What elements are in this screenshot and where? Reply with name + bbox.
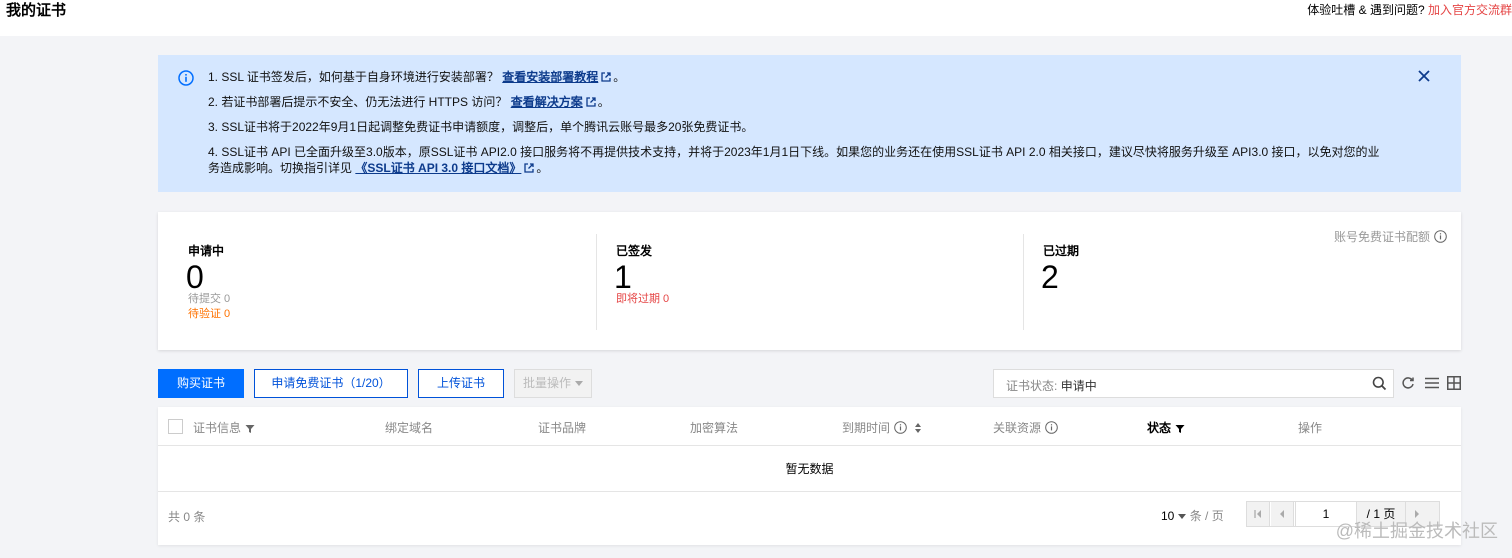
search-input[interactable]: 证书状态: 申请中 [993, 369, 1394, 398]
page-size-unit: 条 / 页 [1189, 509, 1224, 523]
external-link-icon [524, 163, 535, 173]
refresh-icon[interactable] [1401, 376, 1415, 390]
filter-key: 证书状态: [1006, 379, 1058, 393]
first-page-icon [1254, 510, 1261, 518]
install-guide-link[interactable]: 查看安装部署教程 [502, 70, 598, 84]
notice-line-1: 1. SSL 证书签发后，如何基于自身环境进行安装部署？ 查看安装部署教程 。 [208, 69, 1391, 85]
stat-expiring-soon[interactable]: 即将过期 0 [616, 292, 669, 306]
first-page-button[interactable] [1247, 502, 1270, 526]
stat-pending: 申请中 0 待提交 0 待验证 0 [186, 232, 568, 332]
column-header-cert-info[interactable]: 证书信息 [193, 419, 255, 436]
info-notice: 1. SSL 证书签发后，如何基于自身环境进行安装部署？ 查看安装部署教程。 2… [158, 55, 1461, 192]
api-doc-link[interactable]: 《SSL证书 API 3.0 接口文档》 [355, 161, 521, 175]
watermark: @稀土掘金技术社区 [1335, 521, 1498, 541]
select-all-checkbox[interactable] [168, 419, 183, 434]
info-circle-icon[interactable] [894, 421, 907, 434]
filter-value: 申请中 [1060, 379, 1097, 393]
page-size-value: 10 [1161, 509, 1175, 523]
empty-state: 暂无数据 [158, 446, 1461, 492]
column-header-resources: 关联资源 [993, 419, 1058, 436]
external-link-icon [586, 97, 596, 107]
column-header-expiry[interactable]: 到期时间 [842, 419, 923, 436]
chevron-down-icon [575, 381, 583, 386]
column-label: 到期时间 [842, 421, 891, 435]
batch-operation-label: 批量操作 [522, 376, 571, 390]
notice-line-4: 4. SSL证书 API 已全面升级至3.0版本，原SSL证书 API2.0 接… [208, 144, 1391, 176]
search-filter-tag[interactable]: 证书状态: 申请中 [1006, 377, 1097, 394]
info-icon [178, 70, 194, 86]
notice-period: 。 [536, 161, 549, 175]
info-circle-icon[interactable] [1434, 230, 1447, 243]
column-label: 证书信息 [193, 421, 242, 435]
join-group-link[interactable]: 加入官方交流群 [1428, 3, 1512, 17]
column-header-algorithm: 加密算法 [690, 421, 739, 435]
notice-period: 。 [597, 95, 610, 109]
page-title: 我的证书 [6, 2, 67, 19]
list-view-icon[interactable] [1425, 376, 1439, 390]
chevron-down-icon [1178, 514, 1187, 519]
column-settings-icon[interactable] [1447, 376, 1461, 390]
top-header: 我的证书 体验吐槽 & 遇到问题? 加入官方交流群 [0, 0, 1512, 36]
free-quota-label: 账号免费证书配额 [1333, 230, 1430, 244]
chevron-left-icon [1280, 510, 1284, 518]
apply-free-certificate-button[interactable]: 申请免费证书（1/20） [254, 369, 408, 398]
notice-period: 。 [613, 70, 626, 84]
total-count: 共 0 条 [168, 510, 206, 524]
column-label: 关联资源 [993, 421, 1042, 435]
column-header-brand: 证书品牌 [538, 421, 587, 435]
search-icon[interactable] [1372, 376, 1387, 391]
column-label: 状态 [1147, 421, 1172, 435]
stat-expired: 已过期 2 [1041, 232, 1343, 332]
stat-divider [1023, 234, 1024, 330]
stat-pending-verify[interactable]: 待验证 0 [188, 307, 230, 321]
external-link-icon [601, 72, 611, 82]
column-header-actions: 操作 [1298, 421, 1323, 435]
filter-icon[interactable] [1175, 424, 1185, 434]
free-quota[interactable]: 账号免费证书配额 [1334, 228, 1447, 245]
column-header-status[interactable]: 状态 [1147, 419, 1185, 436]
notice-line-3-text: 3. SSL证书将于2022年9月1日起调整免费证书申请额度，调整后，单个腾讯云… [208, 120, 754, 134]
page-size-select[interactable]: 10 条 / 页 [1161, 507, 1224, 524]
prev-page-button[interactable] [1271, 502, 1294, 526]
info-circle-icon[interactable] [1045, 421, 1058, 434]
stat-pending-submit[interactable]: 待提交 0 [188, 292, 230, 306]
notice-lines: 1. SSL 证书签发后，如何基于自身环境进行安装部署？ 查看安装部署教程。 2… [208, 69, 1391, 185]
table-header: 证书信息 绑定域名 证书品牌 加密算法 到期时间 关联资源 状态 操作 [158, 407, 1461, 446]
stat-issued-label: 已签发 [616, 244, 653, 258]
filter-icon[interactable] [245, 424, 255, 434]
notice-line-1-text: 1. SSL 证书签发后，如何基于自身环境进行安装部署？ [208, 70, 499, 84]
stat-expired-count[interactable]: 2 [1041, 260, 1059, 294]
notice-line-2-text: 2. 若证书部署后提示不安全、仍无法进行 HTTPS 访问？ [208, 95, 508, 109]
buy-certificate-button[interactable]: 购买证书 [158, 369, 244, 398]
stat-issued: 已签发 1 即将过期 0 [614, 232, 996, 332]
close-icon[interactable] [1417, 69, 1431, 83]
feedback-text: 体验吐槽 & 遇到问题? [1307, 3, 1425, 17]
stat-expired-label: 已过期 [1043, 244, 1080, 258]
feedback-area: 体验吐槽 & 遇到问题? 加入官方交流群 [1307, 2, 1512, 18]
stat-divider [596, 234, 597, 330]
upload-certificate-button[interactable]: 上传证书 [418, 369, 504, 398]
column-header-domain: 绑定域名 [385, 421, 434, 435]
certificate-stats-card: 申请中 0 待提交 0 待验证 0 已签发 1 即将过期 0 已过期 2 账号免… [158, 212, 1461, 350]
batch-operation-dropdown[interactable]: 批量操作 [514, 369, 592, 398]
stat-issued-count[interactable]: 1 [614, 260, 632, 294]
stat-pending-count[interactable]: 0 [186, 260, 204, 294]
notice-line-3: 3. SSL证书将于2022年9月1日起调整免费证书申请额度，调整后，单个腾讯云… [208, 119, 1391, 135]
sort-icon[interactable] [913, 422, 923, 434]
certificate-table: 证书信息 绑定域名 证书品牌 加密算法 到期时间 关联资源 状态 操作 暂无数据… [158, 407, 1461, 545]
solution-link[interactable]: 查看解决方案 [511, 95, 583, 109]
stat-pending-label: 申请中 [188, 244, 225, 258]
notice-line-2: 2. 若证书部署后提示不安全、仍无法进行 HTTPS 访问？ 查看解决方案。 [208, 94, 1391, 110]
